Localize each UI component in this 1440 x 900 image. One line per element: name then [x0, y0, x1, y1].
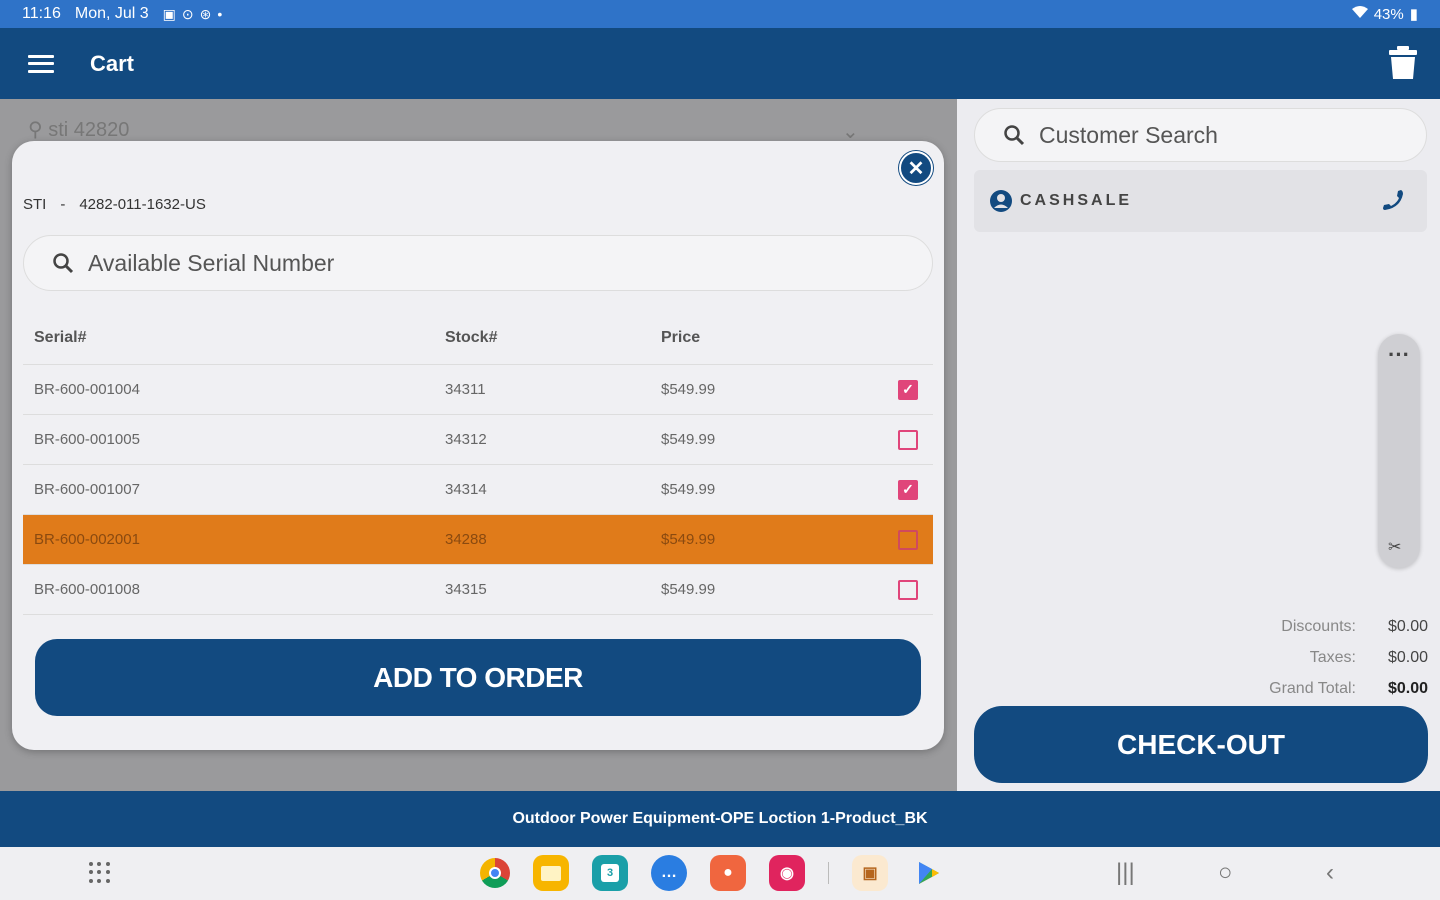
serial-search-input[interactable]	[88, 249, 888, 277]
customer-row[interactable]: CASHSALE	[974, 170, 1427, 232]
back-icon[interactable]: ‹	[1326, 859, 1334, 887]
app-drawer-icon[interactable]	[89, 862, 111, 884]
serial-cell: BR-600-001005	[34, 431, 140, 448]
row-checkbox[interactable]	[898, 579, 918, 600]
serial-number-dialog: ✕ STI - 4282-011-1632-US Serial# Stock# …	[12, 141, 944, 750]
home-icon[interactable]: ○	[1218, 859, 1233, 887]
chrome-icon[interactable]	[480, 858, 510, 888]
customer-search-input[interactable]	[1039, 121, 1419, 149]
serial-cell: BR-600-001008	[34, 581, 140, 598]
menu-icon[interactable]	[28, 54, 54, 73]
messages-icon[interactable]: …	[651, 855, 687, 891]
search-icon	[1004, 125, 1025, 146]
background-search: ⚲ sti 42820	[28, 119, 130, 141]
page-title: Cart	[90, 50, 135, 76]
calendar-icon[interactable]: 3	[592, 855, 628, 891]
dot-icon: •	[217, 6, 223, 22]
grand-total-label: Grand Total:	[1269, 679, 1356, 697]
customer-name: CASHSALE	[1020, 192, 1133, 209]
trash-icon[interactable]	[1388, 46, 1418, 80]
wifi-icon	[1351, 5, 1368, 23]
location-footer: Outdoor Power Equipment-OPE Loction 1-Pr…	[0, 791, 1440, 847]
column-header-price: Price	[661, 328, 701, 346]
price-cell: $549.99	[661, 481, 716, 498]
customer-search-box[interactable]	[974, 108, 1427, 162]
account-icon	[990, 190, 1012, 212]
column-header-stock: Stock#	[445, 328, 498, 346]
add-to-order-button[interactable]: ADD TO ORDER	[35, 639, 921, 716]
price-cell: $549.99	[661, 531, 716, 548]
stock-cell: 34311	[445, 381, 486, 398]
table-row[interactable]: BR-600-001008 34315 $549.99	[23, 565, 933, 615]
order-totals: Discounts: $0.00 Taxes: $0.00 Grand Tota…	[1269, 611, 1428, 704]
taxes-value: $0.00	[1387, 648, 1428, 666]
app-dock: 3 … ● ◉ ▣	[480, 855, 947, 891]
product-separator: -	[60, 196, 66, 213]
stock-cell: 34314	[445, 481, 487, 498]
no-attachment-icon[interactable]: ✂	[1388, 537, 1401, 557]
serial-cell: BR-600-002001	[34, 531, 140, 548]
column-header-serial: Serial#	[34, 328, 87, 346]
location-text: Outdoor Power Equipment-OPE Loction 1-Pr…	[512, 810, 928, 827]
price-cell: $549.99	[661, 431, 716, 448]
settings-icon: ⊛	[199, 5, 212, 22]
sync-icon: ⊙	[181, 5, 194, 22]
mail-icon: ▣	[162, 5, 176, 22]
battery-icon: ▮	[1409, 6, 1418, 23]
status-time: 11:16	[22, 5, 61, 22]
checkout-button[interactable]: CHECK-OUT	[974, 706, 1428, 783]
serial-table: Serial# Stock# Price BR-600-001004 34311 $…	[23, 311, 933, 615]
recent-apps-icon[interactable]: |||	[1116, 859, 1135, 887]
status-bar: 11:16 Mon, Jul 3 ▣ ⊙ ⊛ • 43% ▮	[0, 0, 1440, 28]
table-row[interactable]: BR-600-001007 34314 $549.99 ✓	[23, 465, 933, 515]
stock-cell: 34288	[445, 531, 487, 548]
stock-cell: 34315	[445, 581, 487, 598]
app-bar: Cart	[0, 28, 1440, 99]
discounts-value: $0.00	[1387, 617, 1428, 635]
taxes-label: Taxes:	[1309, 648, 1356, 666]
row-checkbox[interactable]: ✓	[898, 379, 918, 400]
serial-cell: BR-600-001007	[34, 481, 140, 498]
contacts-icon[interactable]: ●	[710, 855, 746, 891]
table-row[interactable]: BR-600-001004 34311 $549.99 ✓	[23, 365, 933, 415]
row-checkbox[interactable]	[898, 529, 918, 550]
camera-icon[interactable]: ◉	[769, 855, 805, 891]
order-summary-pane: CASHSALE ··· ✂ Discounts: $0.00 Taxes: $…	[957, 99, 1440, 791]
product-part-number: 4282-011-1632-US	[79, 196, 206, 213]
row-checkbox[interactable]	[898, 429, 918, 450]
quick-actions-rail: ··· ✂	[1378, 334, 1420, 568]
serial-cell: BR-600-001004	[34, 381, 140, 398]
notification-icons: ▣ ⊙ ⊛ •	[163, 6, 223, 23]
price-cell: $549.99	[661, 581, 716, 598]
stock-cell: 34312	[445, 431, 487, 448]
product-brand: STI	[23, 196, 47, 213]
play-store-icon[interactable]	[911, 855, 947, 891]
discounts-label: Discounts:	[1281, 617, 1356, 635]
search-icon	[53, 253, 74, 274]
files-icon[interactable]	[533, 855, 569, 891]
store-icon[interactable]: ▣	[852, 855, 888, 891]
search-icon: ⚲	[28, 119, 43, 141]
close-icon[interactable]: ✕	[899, 151, 933, 185]
product-info: STI - 4282-011-1632-US	[23, 196, 206, 213]
status-date: Mon, Jul 3	[74, 5, 149, 22]
table-row[interactable]: BR-600-002001 34288 $549.99	[23, 515, 933, 565]
price-cell: $549.99	[661, 381, 716, 398]
grand-total-value: $0.00	[1387, 679, 1428, 697]
row-checkbox[interactable]: ✓	[898, 479, 918, 500]
serial-search-box[interactable]	[23, 235, 933, 291]
table-row[interactable]: BR-600-001005 34312 $549.99	[23, 415, 933, 465]
system-nav-bar: 3 … ● ◉ ▣ ||| ○ ‹	[0, 847, 1440, 900]
table-header: Serial# Stock# Price	[23, 311, 933, 365]
phone-icon[interactable]	[1381, 188, 1405, 212]
dock-divider	[828, 862, 829, 884]
battery-level: 43%	[1373, 5, 1404, 23]
more-icon[interactable]: ···	[1388, 342, 1410, 368]
